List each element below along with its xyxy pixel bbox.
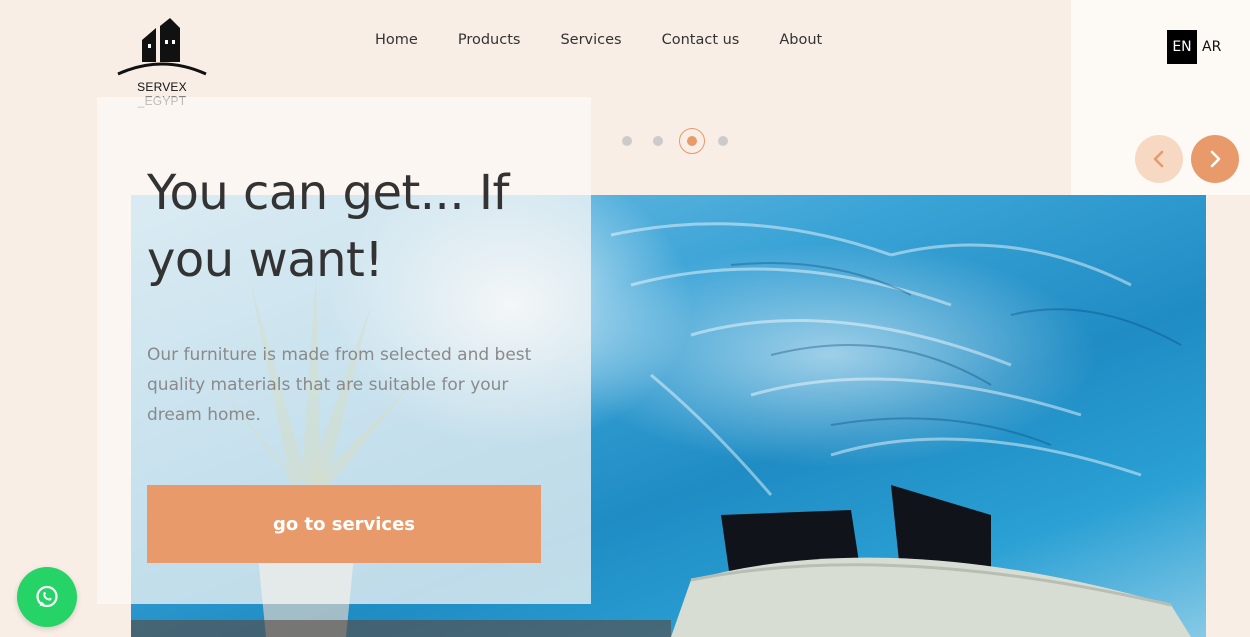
- lang-en-button[interactable]: EN: [1167, 30, 1197, 64]
- language-switcher: EN AR: [1167, 30, 1221, 64]
- go-to-services-button[interactable]: go to services: [147, 485, 541, 563]
- lang-ar-button[interactable]: AR: [1202, 39, 1221, 55]
- slider-dot-2[interactable]: [653, 136, 663, 146]
- hero-title: You can get... If you want!: [147, 165, 509, 288]
- brand-logo[interactable]: SERVEX _EGYPT: [112, 14, 212, 108]
- whatsapp-chat-button[interactable]: [17, 567, 77, 627]
- slider-next-button[interactable]: [1191, 135, 1239, 183]
- slider-dot-4[interactable]: [718, 136, 728, 146]
- slider-dot-3-active[interactable]: [679, 128, 705, 154]
- hero-description: Our furniture is made from selected and …: [147, 345, 532, 425]
- building-logo-icon: [117, 18, 207, 76]
- chevron-right-icon: [1210, 150, 1221, 168]
- main-nav: Home Products Services Contact us About: [355, 30, 842, 50]
- nav-item-about[interactable]: About: [759, 30, 842, 50]
- slider-prev-button[interactable]: [1135, 135, 1183, 183]
- whatsapp-icon: [36, 585, 58, 608]
- nav-item-products[interactable]: Products: [438, 30, 541, 50]
- chevron-left-icon: [1153, 150, 1164, 168]
- nav-item-home[interactable]: Home: [355, 30, 438, 50]
- nav-item-contact[interactable]: Contact us: [642, 30, 760, 50]
- nav-item-services[interactable]: Services: [540, 30, 641, 50]
- slider-pagination: [622, 128, 749, 154]
- slider-dot-1[interactable]: [622, 136, 632, 146]
